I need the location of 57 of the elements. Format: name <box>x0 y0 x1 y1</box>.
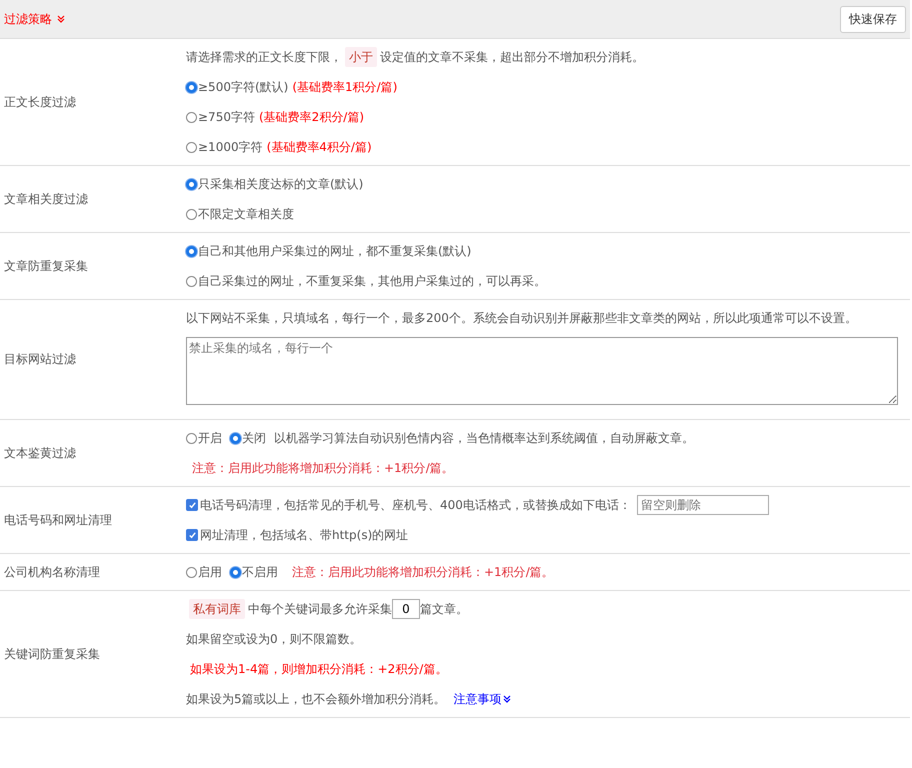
description-text: 如果留空或设为0，则不限篇数。 <box>186 631 362 648</box>
radio-button[interactable] <box>186 178 197 190</box>
rate-note: (基础费率2积分/篇) <box>258 109 364 126</box>
option-label[interactable]: ≥500字符(默认) <box>198 72 288 102</box>
double-chevron-icon[interactable] <box>56 14 66 24</box>
phone-input-field[interactable]: 留空则删除 <box>636 495 769 515</box>
option-label[interactable]: 不启用 <box>242 557 278 587</box>
description-text: 篇文章。 <box>420 601 468 618</box>
description-text: 如果设为1-4篇，则增加积分消耗：+2积分/篇。 <box>190 661 448 678</box>
description-text: 以下网站不采集，只填域名，每行一个，最多200个。系统会自动识别并屏蔽那些非文章类的网站，所以此项通常可以不设置。 <box>186 310 857 327</box>
option-label[interactable]: 开启 <box>198 423 222 453</box>
notes-link[interactable]: 注意事项 <box>454 684 502 714</box>
row-label: 公司机构名称清理 <box>3 564 101 580</box>
option-label[interactable]: 不限定文章相关度 <box>198 199 294 229</box>
word-library-tag[interactable]: 私有词库 <box>189 599 245 619</box>
option-label[interactable]: 电话号码清理，包括常见的手机号、座机号、400电话格式，或替换成如下电话： <box>200 490 631 520</box>
option-label[interactable]: 自己采集过的网址，不重复采集，其他用户采集过的，可以再采。 <box>198 266 546 296</box>
warning-note: 注意：启用此功能将增加积分消耗：+1积分/篇。 <box>192 460 454 477</box>
radio-button[interactable] <box>186 112 197 122</box>
option-label[interactable]: ≥750字符 <box>198 102 255 132</box>
double-chevron-icon[interactable] <box>502 694 512 704</box>
radio-button[interactable] <box>186 566 197 578</box>
description-text: 如果设为5篇或以上，也不会额外增加积分消耗。 <box>186 691 446 708</box>
option-label[interactable]: 只采集相关度达标的文章(默认) <box>198 169 364 199</box>
quick-save-button[interactable]: 快速保存 <box>840 6 906 32</box>
warning-note: 注意：启用此功能将增加积分消耗：+1积分/篇。 <box>292 564 554 581</box>
row-label: 关键词防重复采集 <box>3 646 101 662</box>
radio-button[interactable] <box>186 276 197 286</box>
description-text: 以机器学习算法自动识别色情内容，当色情概率达到系统阈值，自动屏蔽文章。 <box>274 430 694 447</box>
option-label[interactable]: 网址清理，包括域名、带http(s)的网址 <box>200 520 408 550</box>
option-label[interactable]: ≥1000字符 <box>198 132 263 162</box>
option-label[interactable]: 关闭 <box>242 423 266 453</box>
radio-button[interactable] <box>230 566 241 578</box>
domain-input-field[interactable]: 禁止采集的域名，每行一个 <box>186 337 898 405</box>
description-text: 设定值的文章不采集，超出部分不增加积分消耗。 <box>380 49 644 66</box>
row-label: 文章相关度过滤 <box>3 190 89 208</box>
radio-button[interactable] <box>186 432 197 444</box>
row-label: 目标网站过滤 <box>3 351 77 368</box>
highlight-tag: 小于 <box>345 47 377 67</box>
description-text: 请选择需求的正文长度下限， <box>186 49 342 66</box>
checkbox[interactable] <box>186 529 198 541</box>
checkbox[interactable] <box>186 499 198 511</box>
row-label: 文本鉴黄过滤 <box>3 444 77 462</box>
radio-button[interactable] <box>186 82 197 92</box>
option-label[interactable]: 启用 <box>198 557 222 587</box>
rate-note: (基础费率1积分/篇) <box>292 79 398 96</box>
count-input-field[interactable]: 0 <box>392 599 420 619</box>
radio-button[interactable] <box>186 142 197 152</box>
radio-button[interactable] <box>186 208 197 220</box>
radio-button[interactable] <box>230 432 241 444</box>
row-label: 文章防重复采集 <box>3 258 89 274</box>
radio-button[interactable] <box>186 246 197 256</box>
row-label: 正文长度过滤 <box>3 94 77 110</box>
rate-note: (基础费率4积分/篇) <box>266 139 372 156</box>
description-text: 中每个关键词最多允许采集 <box>248 601 392 618</box>
option-label[interactable]: 自己和其他用户采集过的网址，都不重复采集(默认) <box>198 236 472 266</box>
row-label: 电话号码和网址清理 <box>3 512 113 528</box>
